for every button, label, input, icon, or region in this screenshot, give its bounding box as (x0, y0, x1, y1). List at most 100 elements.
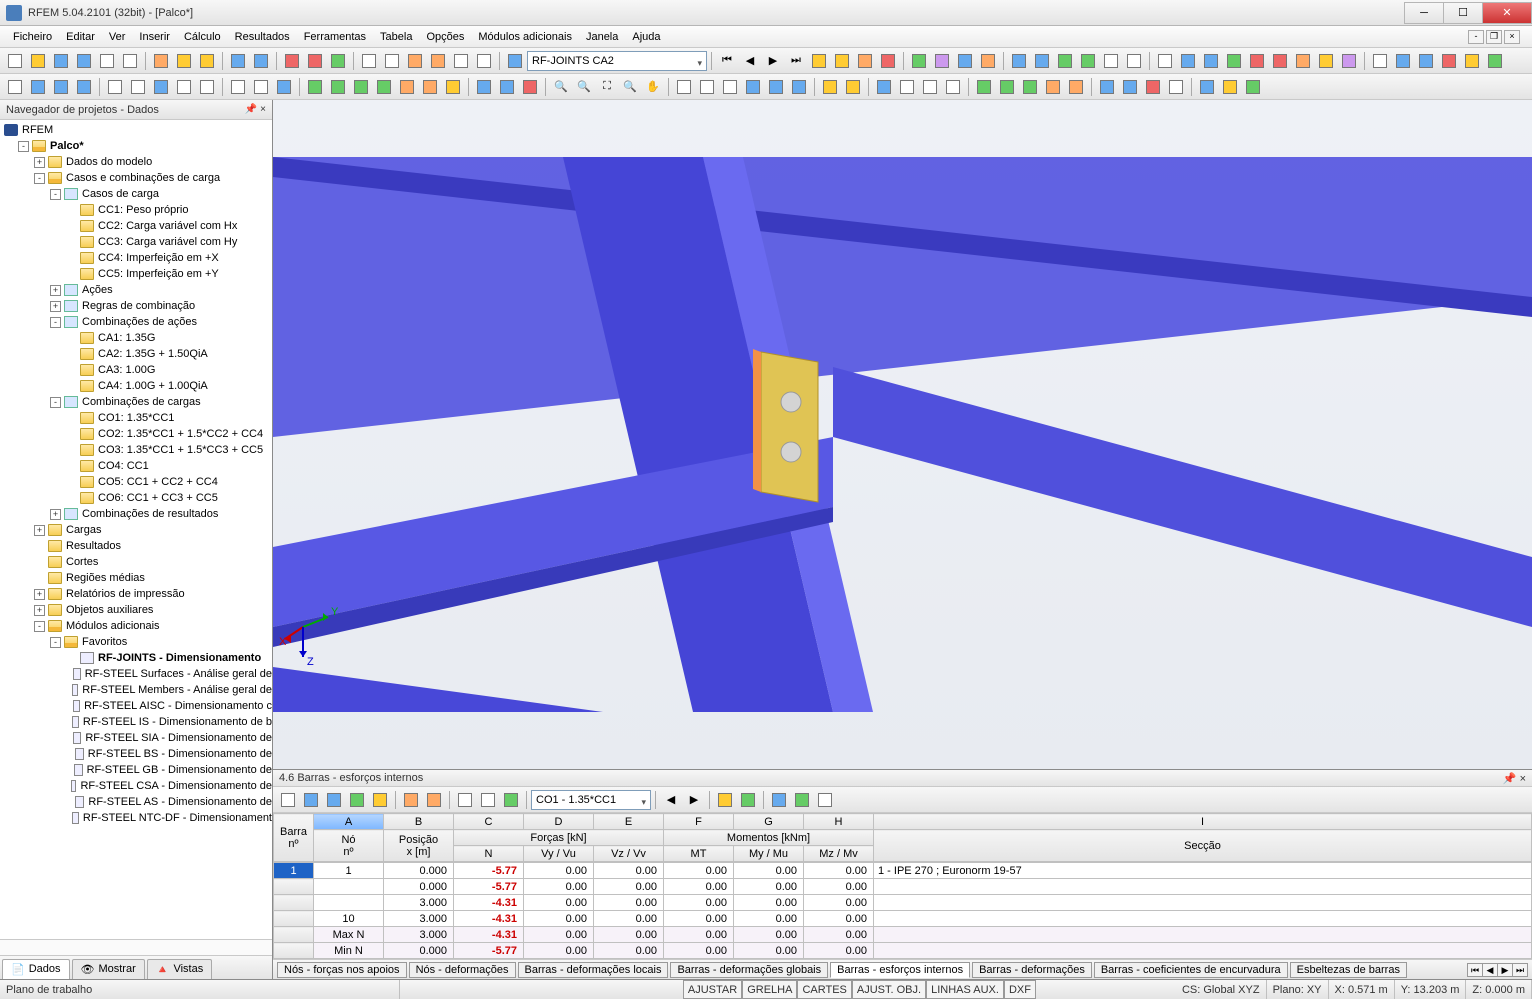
minimize-button[interactable]: ─ (1404, 2, 1444, 24)
toggle[interactable]: + (34, 605, 45, 616)
tb2-a3[interactable] (1242, 76, 1264, 98)
data-table[interactable]: Barranº A B C D E F G H I Nónº Posiçãox … (273, 813, 1532, 959)
cell[interactable]: -4.31 (454, 895, 524, 911)
co1[interactable]: CO1: 1.35*CC1 (98, 412, 174, 424)
table-row[interactable]: 0.000-5.770.000.000.000.000.00 (274, 879, 1532, 895)
table-combo[interactable]: CO1 - 1.35*CC1 (531, 790, 651, 810)
menu-ferramentas[interactable]: Ferramentas (297, 29, 373, 45)
cell[interactable]: 0.00 (524, 895, 594, 911)
tb-r3[interactable] (854, 50, 876, 72)
tb2-v3[interactable] (719, 76, 741, 98)
co6[interactable]: CO6: CC1 + CC3 + CC5 (98, 492, 218, 504)
table-tab[interactable]: Nós - deformações (409, 962, 516, 978)
menu-inserir[interactable]: Inserir (132, 29, 177, 45)
tb-layer[interactable] (404, 50, 426, 72)
toggle[interactable]: - (50, 189, 61, 200)
col-A[interactable]: A (314, 814, 384, 830)
resultados[interactable]: Resultados (66, 540, 121, 552)
tb-r7[interactable] (954, 50, 976, 72)
co2[interactable]: CO2: 1.35*CC1 + 1.5*CC2 + CC4 (98, 428, 263, 440)
co5[interactable]: CO5: CC1 + CC2 + CC4 (98, 476, 218, 488)
table-pin[interactable]: 📌 × (1503, 772, 1526, 785)
cell[interactable]: 0.00 (804, 879, 874, 895)
tb-new[interactable] (4, 50, 26, 72)
cell[interactable] (274, 911, 314, 927)
cell[interactable] (274, 895, 314, 911)
3d-viewport[interactable]: Y X Z (273, 100, 1532, 769)
tb2-a1[interactable] (1196, 76, 1218, 98)
tb-u3[interactable] (1415, 50, 1437, 72)
tb2-5[interactable] (104, 76, 126, 98)
tb-s2[interactable] (1031, 50, 1053, 72)
module-combo[interactable]: RF-JOINTS CA2 (527, 51, 707, 71)
rfsteel-ntc[interactable]: RF-STEEL NTC-DF - Dimensionament (83, 812, 272, 824)
tb-nav-prev[interactable]: ◀ (739, 50, 761, 72)
tt-f1[interactable] (714, 789, 736, 811)
col-B[interactable]: B (384, 814, 454, 830)
tt-f3[interactable] (768, 789, 790, 811)
rfsteel-mem[interactable]: RF-STEEL Members - Análise geral de (82, 684, 272, 696)
tb-t1[interactable] (1154, 50, 1176, 72)
tb2-y3[interactable] (1019, 76, 1041, 98)
ca4[interactable]: CA4: 1.00G + 1.00QiA (98, 380, 208, 392)
toggle[interactable]: - (18, 141, 29, 152)
cc3[interactable]: CC3: Carga variável com Hy (98, 236, 237, 248)
toggle[interactable]: - (50, 317, 61, 328)
tb2-w1[interactable] (819, 76, 841, 98)
rfsteel-is[interactable]: RF-STEEL IS - Dimensionamento de b (83, 716, 272, 728)
menu-calculo[interactable]: Cálculo (177, 29, 228, 45)
tb2-6[interactable] (127, 76, 149, 98)
tb-cut[interactable] (150, 50, 172, 72)
co4[interactable]: CO4: CC1 (98, 460, 149, 472)
col-F[interactable]: F (664, 814, 734, 830)
rfsteel-csa[interactable]: RF-STEEL CSA - Dimensionamento de (80, 780, 272, 792)
tb2-v6[interactable] (788, 76, 810, 98)
tb-u4[interactable] (1438, 50, 1460, 72)
project-node[interactable]: Palco* (50, 140, 84, 152)
cell[interactable] (874, 927, 1532, 943)
comb-cargas[interactable]: Combinações de cargas (82, 396, 201, 408)
cell[interactable]: 0.00 (664, 863, 734, 879)
cell[interactable]: -5.77 (454, 943, 524, 959)
table-tab[interactable]: Barras - deformações locais (518, 962, 669, 978)
tb2-v1[interactable] (673, 76, 695, 98)
cell[interactable]: 0.00 (524, 943, 594, 959)
tb-mod[interactable] (504, 50, 526, 72)
tt-8[interactable] (454, 789, 476, 811)
cell[interactable]: 0.00 (664, 911, 734, 927)
tb-calc2[interactable] (304, 50, 326, 72)
tb2-8[interactable] (173, 76, 195, 98)
cell[interactable]: 0.00 (664, 943, 734, 959)
cell[interactable]: 3.000 (384, 895, 454, 911)
status-ajust-obj[interactable]: AJUST. OBJ. (852, 980, 926, 999)
regioes[interactable]: Regiões médias (66, 572, 145, 584)
tb2-x3[interactable] (919, 76, 941, 98)
casos-comb[interactable]: Casos e combinações de carga (66, 172, 220, 184)
mdi-close[interactable]: × (1504, 30, 1520, 44)
cell[interactable]: 0.00 (664, 879, 734, 895)
tb2-1[interactable] (4, 76, 26, 98)
cell[interactable]: 0.00 (734, 863, 804, 879)
col-E[interactable]: E (594, 814, 664, 830)
tb-nav-first[interactable]: ⏮ (716, 50, 738, 72)
toggle[interactable]: + (50, 301, 61, 312)
cell[interactable]: 0.00 (804, 927, 874, 943)
toggle[interactable]: + (50, 285, 61, 296)
table-row[interactable]: 110.000-5.770.000.000.000.000.001 - IPE … (274, 863, 1532, 879)
obj-aux[interactable]: Objetos auxiliares (66, 604, 153, 616)
status-linhas[interactable]: LINHAS AUX. (926, 980, 1004, 999)
cell[interactable]: 0.00 (664, 895, 734, 911)
tt-6[interactable] (400, 789, 422, 811)
cell[interactable]: Min N (314, 943, 384, 959)
cortes[interactable]: Cortes (66, 556, 98, 568)
maximize-button[interactable]: ☐ (1443, 2, 1483, 24)
rfjoints[interactable]: RF-JOINTS - Dimensionamento (98, 652, 261, 664)
ttab-prev[interactable]: ◀ (1482, 963, 1498, 977)
tab-vistas[interactable]: 🔺Vistas (147, 959, 212, 979)
tb2-x4[interactable] (942, 76, 964, 98)
cell[interactable]: 0.00 (594, 911, 664, 927)
tb2-2[interactable] (27, 76, 49, 98)
tb-s3[interactable] (1054, 50, 1076, 72)
tb-u5[interactable] (1461, 50, 1483, 72)
cell[interactable]: 0.00 (804, 895, 874, 911)
